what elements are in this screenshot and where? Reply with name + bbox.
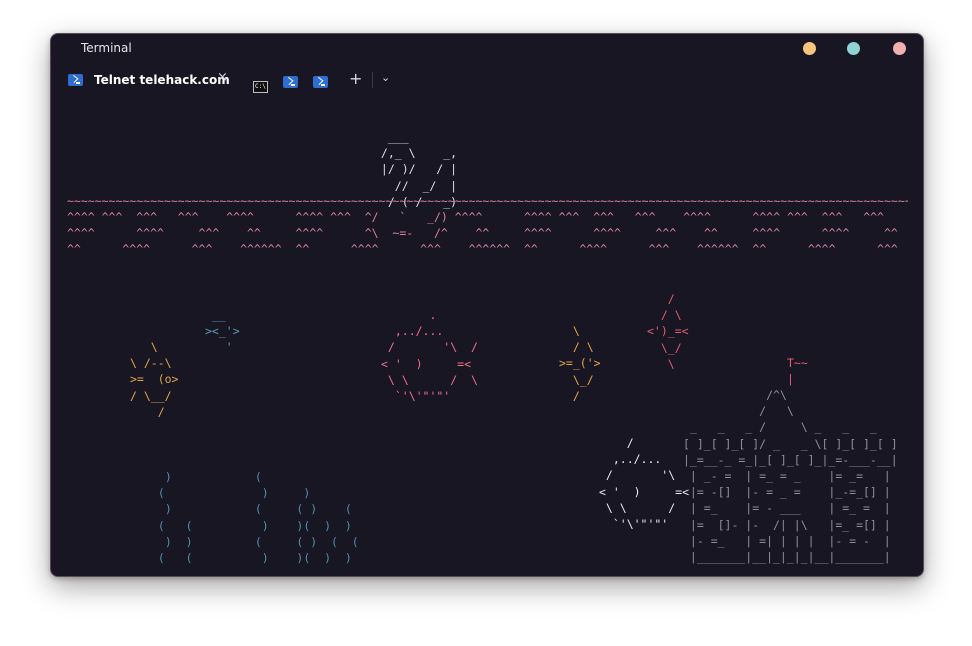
terminal-window: Terminal Telnet telehack.com × C:\ + ⌄ _…	[50, 33, 924, 577]
cmd-profile-button[interactable]: C:\	[253, 73, 268, 93]
close-button[interactable]	[893, 42, 906, 55]
ascii-fish-top: / / \ <')_=< \_/ \	[647, 292, 689, 371]
powershell-profile-button[interactable]	[283, 73, 298, 92]
ascii-waves-row-3: ^^ ^^^^ ^^^ ^^^^^^ ^^ ^^^^ ^^^ ^^^^^^ ^^…	[67, 242, 898, 256]
powershell-icon	[313, 76, 328, 88]
ascii-castle: /^\ / \ _ _ _ / \ _ _ _ [ ]_[ ]_[ ]/ _ _…	[683, 388, 898, 565]
new-tab-button[interactable]: +	[349, 69, 362, 88]
maximize-button[interactable]	[847, 42, 860, 55]
powershell-icon	[283, 76, 298, 88]
ascii-fish-small: __ ><_'> '	[205, 308, 240, 355]
ascii-castle-flag: T~~ |	[787, 356, 808, 387]
tab-close-icon[interactable]: ×	[217, 70, 228, 85]
powershell-profile-button-2[interactable]	[313, 73, 328, 92]
tab-telnet[interactable]: Telnet telehack.com ×	[59, 66, 241, 94]
ascii-fish-diamond: \ / \ >=_('> \_/ /	[559, 324, 601, 403]
tab-label: Telnet telehack.com	[94, 73, 230, 87]
ascii-waves-row-2: ^^^^ ^^^^ ^^^ ^^ ^^^^ ^\ ~=- /^ ^^ ^^^^ …	[67, 226, 898, 240]
ascii-water-line: ~~~~~~~~~~~~~~~~~~~~~~~~~~~~~~~~~~~~~~~~…	[67, 194, 908, 208]
tab-bar: Telnet telehack.com × C:\ + ⌄	[51, 66, 923, 96]
powershell-icon	[68, 74, 83, 86]
ascii-fish-left: \ \ /--\ >= (o> / \__/ /	[130, 340, 179, 419]
ascii-waves-row-1: ^^^^ ^^^ ^^^ ^^^ ^^^^ ^^^^ ^^^ ^/ ` _/) …	[67, 210, 884, 224]
title-bar[interactable]: Terminal	[51, 34, 923, 64]
window-title: Terminal	[81, 41, 132, 55]
cmd-icon: C:\	[253, 81, 268, 93]
terminal-output[interactable]: ___ /,_ \ _, |/ )/ / | // _/ | / ( / _) …	[51, 129, 923, 576]
chevron-down-icon[interactable]: ⌄	[381, 71, 390, 84]
ascii-fish-pink: . ,../... / '\ / < ' ) =< \ \ / \ `'\'"'…	[381, 308, 478, 404]
minimize-button[interactable]	[803, 42, 816, 55]
ascii-seaweed: ) ( ( ) ) ) ( ( ) ( ( ( ) )( ) ) ) ) ( (…	[157, 470, 359, 566]
tab-bar-divider	[372, 72, 373, 88]
ascii-fish-bottom: / ,../... / '\ < ' ) =< \ \ / `'\'"'"'	[599, 436, 690, 532]
